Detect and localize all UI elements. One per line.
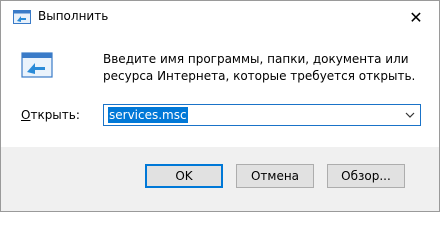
cancel-button[interactable]: Отмена	[236, 164, 314, 188]
chevron-down-icon[interactable]	[404, 108, 416, 122]
open-input-value: services.msc	[108, 107, 188, 123]
run-icon	[13, 10, 31, 24]
ok-button[interactable]: OK	[145, 164, 223, 188]
run-program-icon	[21, 52, 53, 78]
title-bar: Выполнить ✕	[1, 1, 439, 33]
close-icon: ✕	[409, 7, 423, 27]
button-bar: OK Отмена Обзор...	[1, 147, 439, 211]
window-title: Выполнить	[38, 9, 109, 23]
run-dialog: Выполнить ✕ Введите имя программы, папки…	[0, 0, 440, 212]
open-label: Открыть:	[21, 108, 80, 122]
close-button[interactable]: ✕	[393, 1, 439, 33]
open-input[interactable]: services.msc	[103, 104, 421, 126]
dialog-description: Введите имя программы, папки, документа …	[103, 52, 416, 83]
open-label-text: ткрыть:	[30, 108, 80, 122]
browse-button[interactable]: Обзор...	[327, 164, 405, 188]
